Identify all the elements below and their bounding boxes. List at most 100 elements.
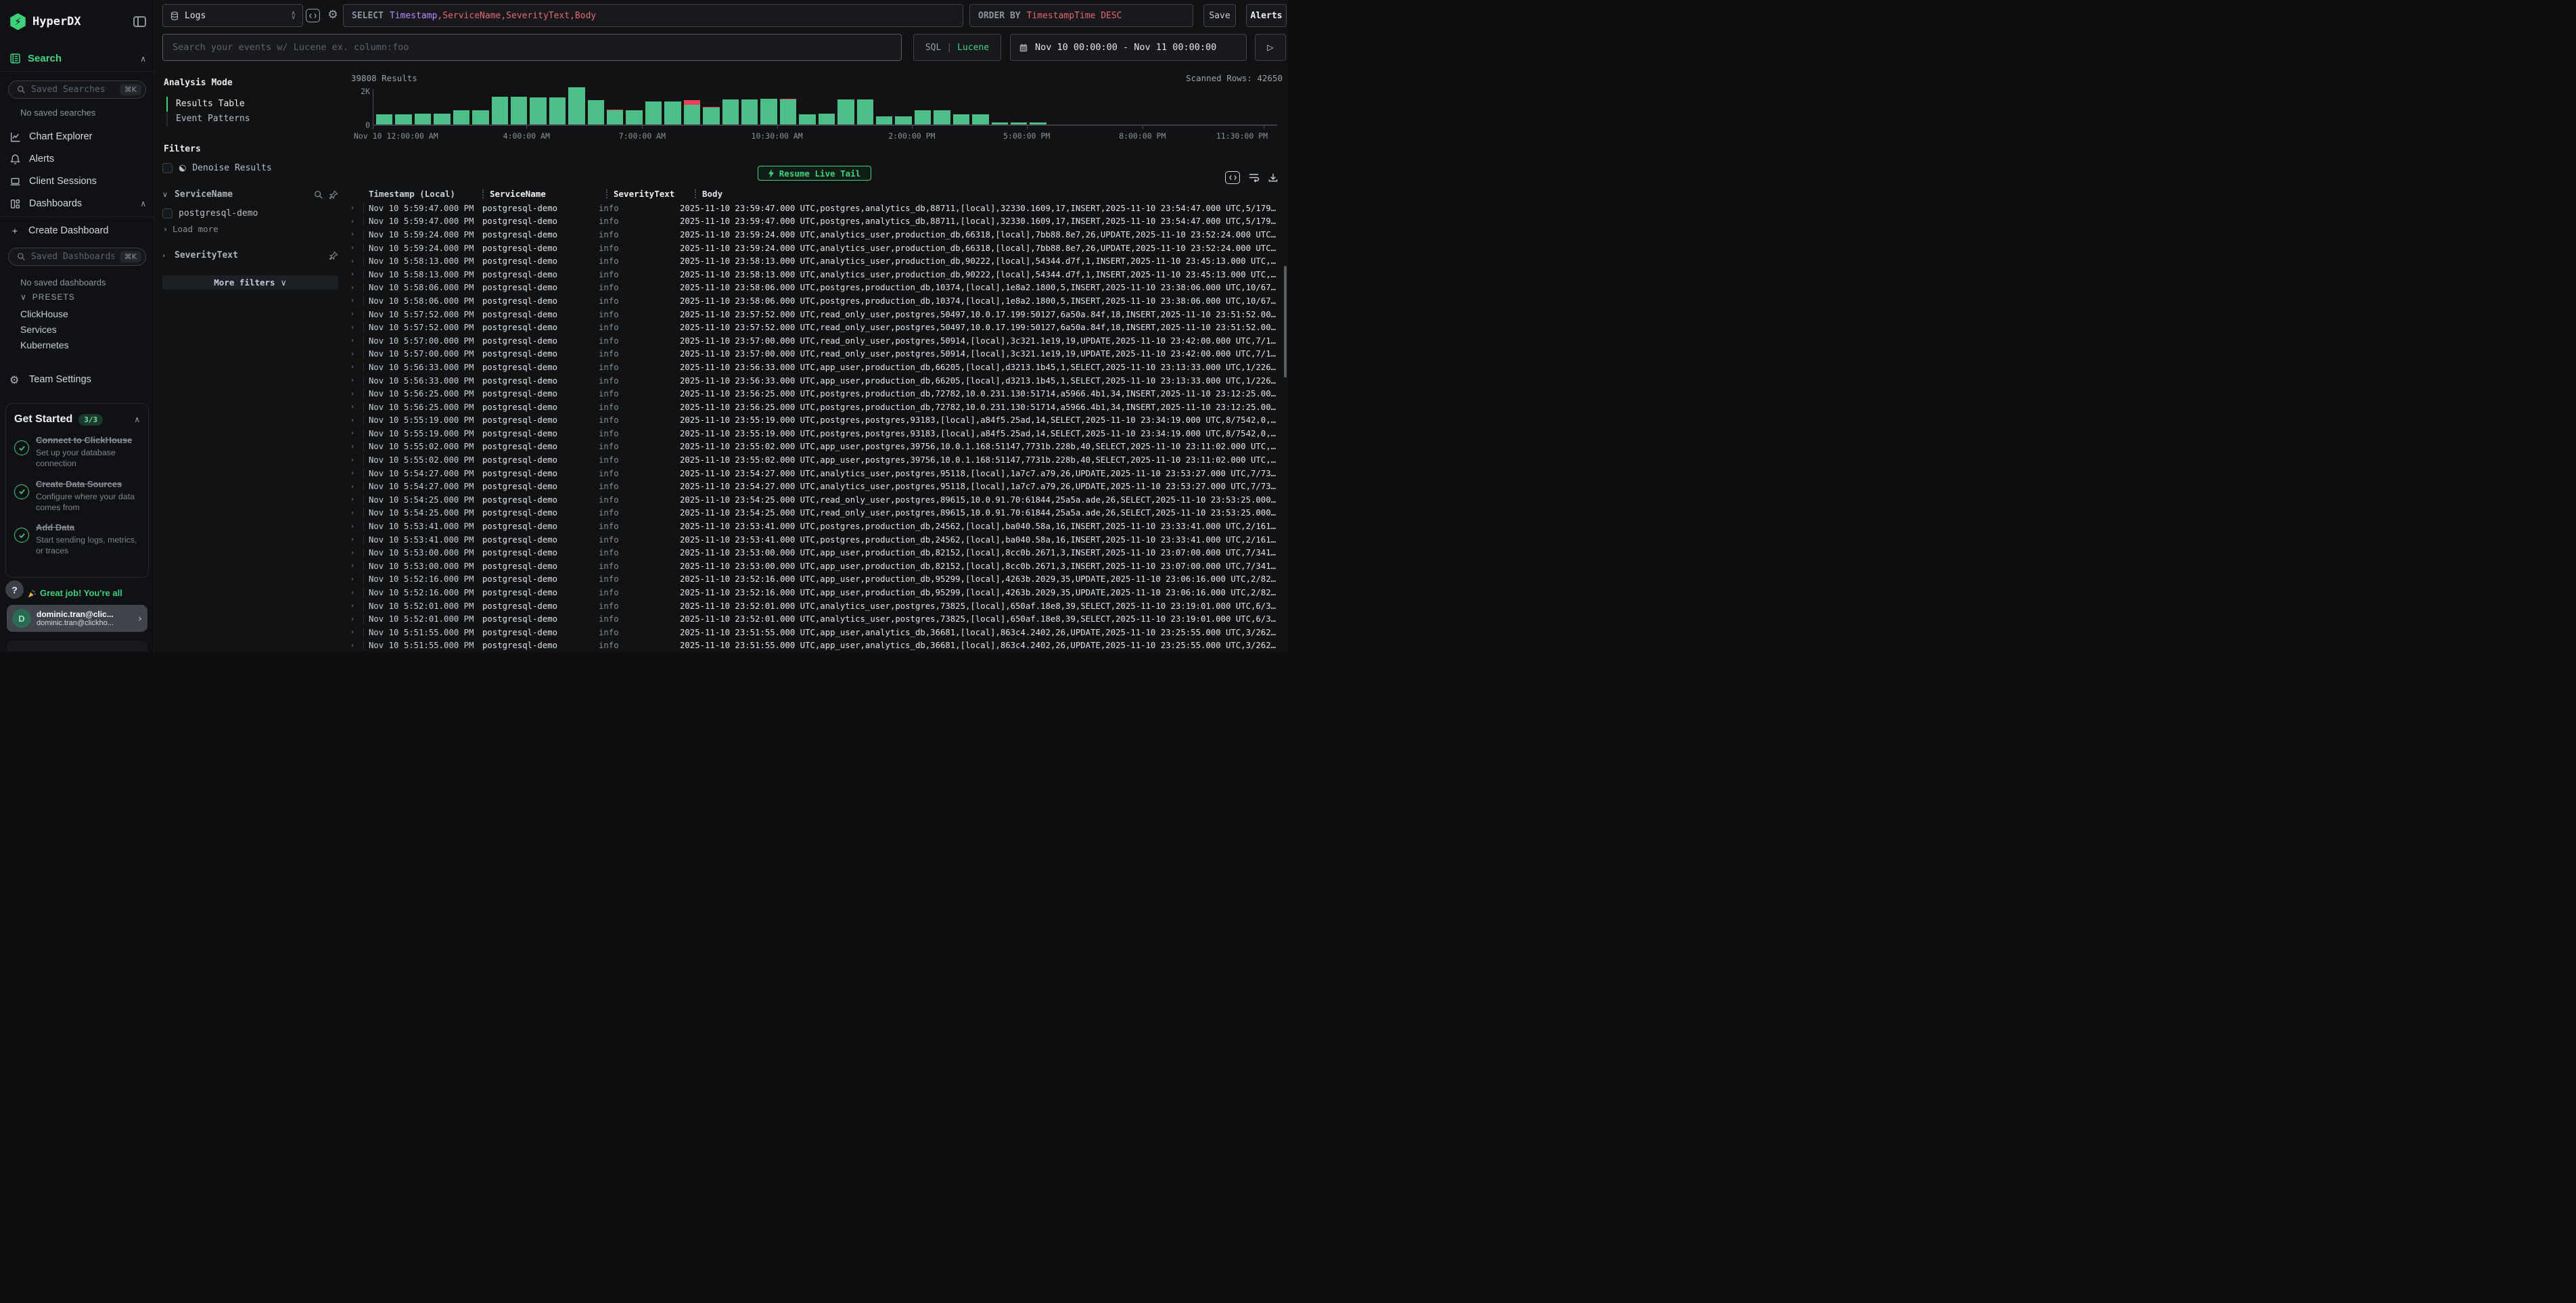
language-toggle[interactable]: SQL | Lucene (913, 34, 1001, 61)
histogram-bar[interactable] (1164, 87, 1180, 124)
table-row[interactable]: › Nov 10 5:53:00.000 PM postgresql-demo … (351, 559, 1277, 573)
histogram-bar[interactable] (1260, 87, 1276, 124)
histogram-bar[interactable] (1145, 87, 1162, 124)
row-expand-icon[interactable]: › (351, 589, 363, 597)
table-row[interactable]: › Nov 10 5:59:47.000 PM postgresql-demo … (351, 202, 1277, 215)
row-expand-icon[interactable]: › (351, 417, 363, 424)
row-expand-icon[interactable]: › (351, 271, 363, 278)
table-row[interactable]: › Nov 10 5:54:25.000 PM postgresql-demo … (351, 507, 1277, 520)
histogram-bar[interactable] (415, 87, 431, 124)
table-row[interactable]: › Nov 10 5:52:01.000 PM postgresql-demo … (351, 599, 1277, 613)
row-expand-icon[interactable]: › (351, 509, 363, 517)
table-row[interactable]: › Nov 10 5:51:55.000 PM postgresql-demo … (351, 639, 1277, 652)
table-row[interactable]: › Nov 10 5:54:25.000 PM postgresql-demo … (351, 493, 1277, 507)
query-settings-button[interactable]: ⚙ (325, 7, 341, 23)
sidebar-item-team-settings[interactable]: ⚙ Team Settings (9, 373, 146, 386)
row-expand-icon[interactable]: › (351, 350, 363, 358)
histogram-bar[interactable] (1088, 87, 1104, 124)
table-row[interactable]: › Nov 10 5:53:00.000 PM postgresql-demo … (351, 546, 1277, 559)
histogram-bar[interactable] (626, 87, 642, 124)
filter-group-servicename[interactable]: ∨ ServiceName (162, 189, 338, 200)
denoise-checkbox[interactable] (162, 163, 172, 173)
search-field[interactable] (172, 42, 892, 53)
table-row[interactable]: › Nov 10 5:58:06.000 PM postgresql-demo … (351, 294, 1277, 308)
histogram-bar[interactable] (953, 87, 969, 124)
pin-icon[interactable] (329, 190, 338, 200)
denoise-results-option[interactable]: ◐ Denoise Results (162, 163, 338, 173)
histogram-bar[interactable] (664, 87, 681, 124)
row-expand-icon[interactable]: › (351, 470, 363, 477)
preset-services[interactable]: Services (20, 324, 69, 335)
source-select[interactable]: Logs ∧∨ (162, 4, 303, 27)
presets-toggle[interactable]: ∨ PRESETS (20, 292, 75, 302)
histogram-bar[interactable] (780, 87, 796, 124)
resume-live-tail-button[interactable]: Resume Live Tail (758, 166, 871, 181)
chevron-up-icon[interactable]: ∧ (134, 415, 140, 424)
row-expand-icon[interactable]: › (351, 377, 363, 384)
row-expand-icon[interactable]: › (351, 324, 363, 332)
histogram-bar[interactable] (799, 87, 815, 124)
download-icon[interactable] (1268, 173, 1279, 183)
get-started-task[interactable]: Create Data SourcesConfigure where your … (14, 479, 140, 513)
row-expand-icon[interactable]: › (351, 244, 363, 252)
edit-columns-button[interactable] (306, 9, 320, 22)
search-input[interactable] (162, 34, 902, 61)
histogram-bar[interactable] (1068, 87, 1084, 124)
get-started-task[interactable]: Add DataStart sending logs, metrics, or … (14, 522, 140, 557)
histogram-bar[interactable] (1011, 87, 1027, 124)
row-expand-icon[interactable]: › (351, 430, 363, 437)
table-row[interactable]: › Nov 10 5:59:24.000 PM postgresql-demo … (351, 228, 1277, 242)
histogram-bar[interactable] (895, 87, 911, 124)
table-row[interactable]: › Nov 10 5:57:00.000 PM postgresql-demo … (351, 348, 1277, 361)
histogram-bar[interactable] (1222, 87, 1239, 124)
column-resize-handle[interactable] (482, 189, 484, 198)
sidebar-item-dashboards[interactable]: Dashboards ∧ (9, 197, 146, 210)
more-filters-button[interactable]: More filters ∨ (162, 275, 338, 290)
table-row[interactable]: › Nov 10 5:58:13.000 PM postgresql-demo … (351, 268, 1277, 281)
row-expand-icon[interactable]: › (351, 390, 363, 398)
column-header-timestamp[interactable]: Timestamp (Local) (363, 189, 482, 199)
row-expand-icon[interactable]: › (351, 523, 363, 530)
histogram-bar[interactable] (1107, 87, 1123, 124)
column-resize-handle[interactable] (695, 189, 697, 198)
date-range-picker[interactable]: Nov 10 00:00:00 - Nov 11 00:00:00 (1010, 34, 1247, 61)
row-side-panel-button[interactable] (1225, 171, 1240, 184)
histogram-bar[interactable] (741, 87, 758, 124)
histogram-bar[interactable] (395, 87, 411, 124)
histogram-bar[interactable] (876, 87, 892, 124)
chevron-up-icon[interactable]: ∧ (140, 54, 146, 64)
row-expand-icon[interactable]: › (351, 231, 363, 238)
histogram-bar[interactable] (837, 87, 854, 124)
histogram-bar[interactable] (760, 87, 777, 124)
table-row[interactable]: › Nov 10 5:59:47.000 PM postgresql-demo … (351, 215, 1277, 229)
row-expand-icon[interactable]: › (351, 204, 363, 212)
filter-search-icon[interactable] (314, 190, 323, 200)
row-expand-icon[interactable]: › (351, 483, 363, 490)
histogram-bar[interactable] (1184, 87, 1200, 124)
row-expand-icon[interactable]: › (351, 562, 363, 570)
select-clause-input[interactable]: SELECT Timestamp ,ServiceName,SeverityTe… (343, 4, 963, 27)
table-row[interactable]: › Nov 10 5:52:01.000 PM postgresql-demo … (351, 612, 1277, 626)
table-row[interactable]: › Nov 10 5:54:27.000 PM postgresql-demo … (351, 480, 1277, 493)
saved-searches-input[interactable]: ⌘K (8, 81, 146, 99)
table-row[interactable]: › Nov 10 5:56:33.000 PM postgresql-demo … (351, 374, 1277, 388)
saved-dashboards-input[interactable]: ⌘K (8, 248, 146, 266)
row-expand-icon[interactable]: › (351, 457, 363, 464)
run-query-button[interactable]: ▷ (1255, 34, 1286, 61)
histogram-bar[interactable] (992, 87, 1008, 124)
order-by-input[interactable]: ORDER BY TimestampTime DESC (969, 4, 1193, 27)
create-dashboard-button[interactable]: + Create Dashboard (9, 224, 146, 237)
table-row[interactable]: › Nov 10 5:55:19.000 PM postgresql-demo … (351, 414, 1277, 428)
histogram-bar[interactable] (1049, 87, 1065, 124)
table-row[interactable]: › Nov 10 5:54:27.000 PM postgresql-demo … (351, 467, 1277, 480)
row-expand-icon[interactable]: › (351, 363, 363, 371)
histogram-bar[interactable] (1241, 87, 1258, 124)
table-row[interactable]: › Nov 10 5:56:25.000 PM postgresql-demo … (351, 387, 1277, 401)
sidebar-item-client-sessions[interactable]: Client Sessions (9, 175, 146, 188)
histogram-bar[interactable] (722, 87, 739, 124)
histogram-bar[interactable] (376, 87, 392, 124)
histogram-bar[interactable] (492, 87, 508, 124)
histogram-bar[interactable] (972, 87, 988, 124)
row-expand-icon[interactable]: › (351, 616, 363, 623)
saved-searches-field[interactable] (31, 85, 114, 95)
